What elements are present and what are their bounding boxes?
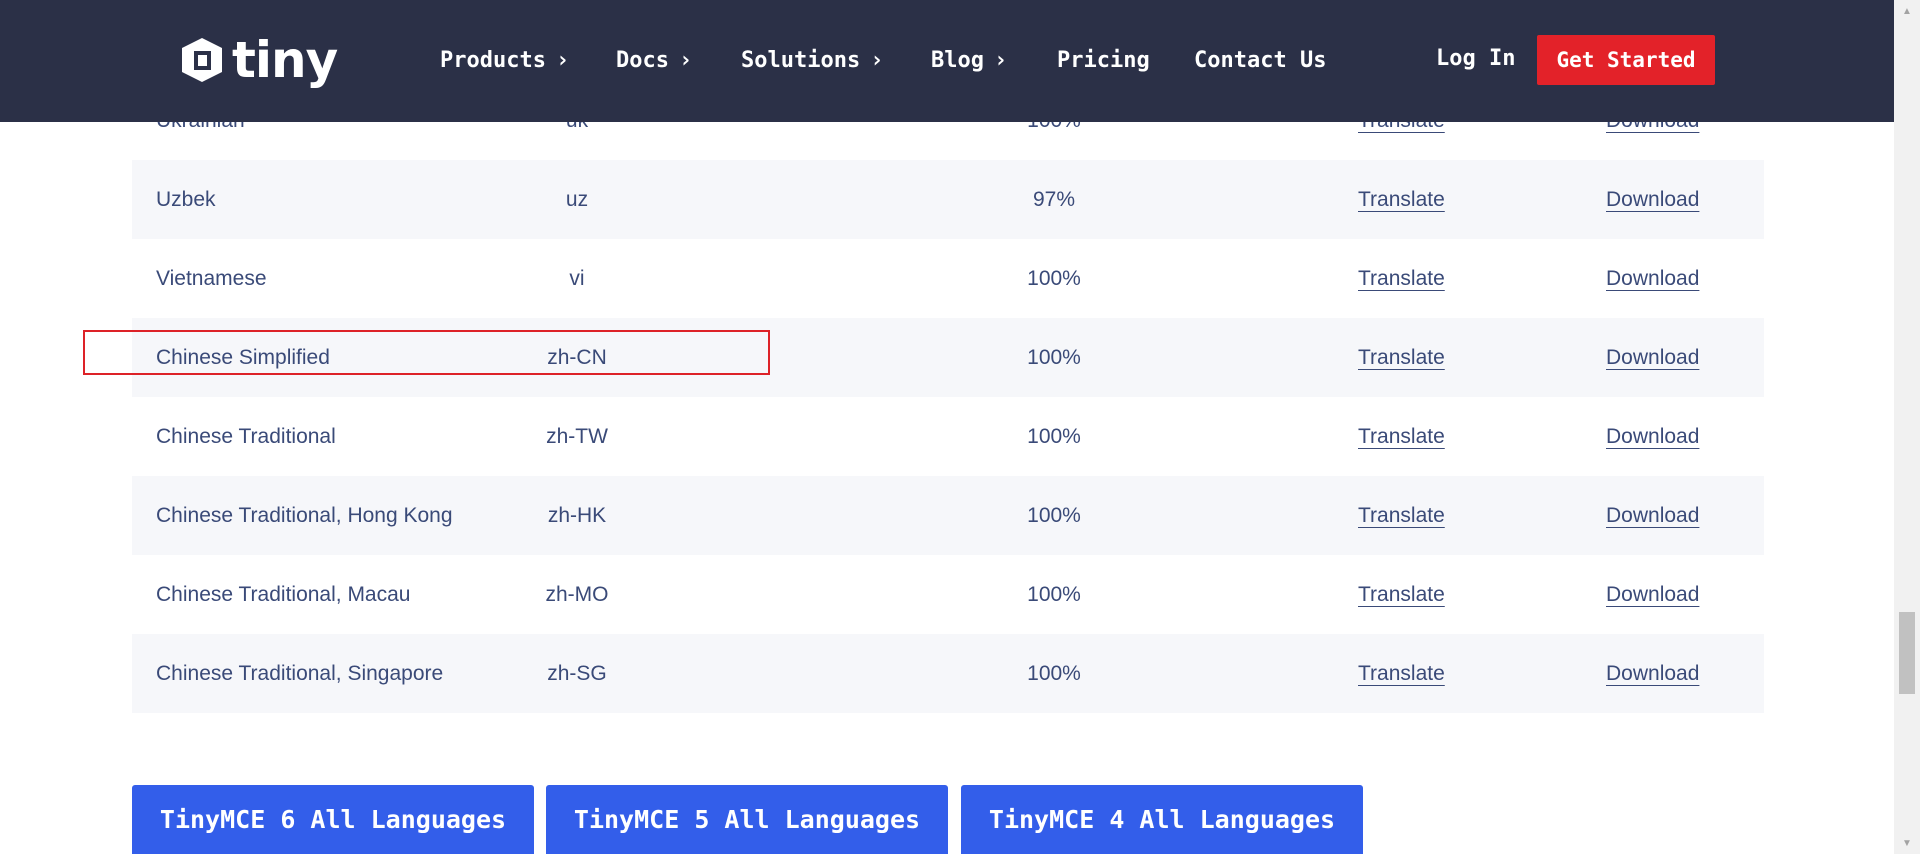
download-link[interactable]: Download [1606, 239, 1699, 318]
translate-link[interactable]: Translate [1358, 634, 1445, 713]
table-row: Chinese Simplified zh-CN 100% Translate … [132, 318, 1764, 397]
language-percent: 100% [1027, 267, 1081, 290]
translate-link[interactable]: Translate [1358, 397, 1445, 476]
login-link[interactable]: Log In [1436, 38, 1515, 78]
language-name: Vietnamese [156, 267, 267, 290]
language-percent: 100% [1027, 583, 1081, 606]
translate-link[interactable]: Translate [1358, 160, 1445, 239]
nav-pricing[interactable]: Pricing [1057, 40, 1150, 80]
language-percent: 100% [1027, 504, 1081, 527]
download-link[interactable]: Download [1606, 160, 1699, 239]
language-name: Chinese Traditional, Macau [156, 583, 411, 606]
nav-label: Solutions [741, 47, 861, 73]
table-row: Uzbek uz 97% Translate Download [132, 160, 1764, 239]
nav-label: Products [440, 47, 546, 73]
language-code: zh-CN [547, 346, 607, 369]
translate-link[interactable]: Translate [1358, 476, 1445, 555]
language-code: zh-TW [546, 425, 608, 448]
translate-link[interactable]: Translate [1358, 555, 1445, 634]
translate-link[interactable]: Translate [1358, 239, 1445, 318]
language-name: Chinese Traditional, Hong Kong [156, 504, 453, 527]
download-link[interactable]: Download [1606, 634, 1699, 713]
translate-link[interactable]: Translate [1358, 318, 1445, 397]
download-link[interactable]: Download [1606, 476, 1699, 555]
table-row: Chinese Traditional, Hong Kong zh-HK 100… [132, 476, 1764, 555]
language-percent: 100% [1027, 662, 1081, 685]
language-code: zh-HK [547, 504, 607, 527]
logo[interactable]: tiny [178, 31, 338, 89]
language-code: vi [569, 267, 585, 290]
languages-table: Ukrainian uk 100% Translate Download Uzb… [132, 81, 1764, 713]
chevron-right-icon: › [993, 47, 1008, 73]
chevron-right-icon: › [678, 47, 693, 73]
chevron-right-icon: › [870, 47, 884, 73]
table-row: Chinese Traditional, Macau zh-MO 100% Tr… [132, 555, 1764, 634]
nav-label: Contact Us [1194, 47, 1327, 73]
table-row: Vietnamese vi 100% Translate Download [132, 239, 1764, 318]
language-percent: 100% [1027, 346, 1081, 369]
language-code: zh-SG [547, 662, 607, 685]
nav-label: Pricing [1057, 47, 1150, 73]
nav-products[interactable]: Products › [440, 40, 569, 80]
language-name: Chinese Traditional, Singapore [156, 662, 444, 685]
scroll-up-arrow-icon[interactable]: ▲ [1894, 2, 1920, 20]
language-percent: 100% [1027, 425, 1081, 448]
vertical-scrollbar[interactable]: ▲ ▼ [1894, 0, 1920, 854]
scroll-down-arrow-icon[interactable]: ▼ [1894, 834, 1920, 852]
download-link[interactable]: Download [1606, 555, 1699, 634]
scrollbar-thumb[interactable] [1899, 612, 1915, 694]
language-code: zh-MO [545, 583, 609, 606]
tinymce4-all-languages-button[interactable]: TinyMCE 4 All Languages [961, 785, 1363, 854]
chevron-right-icon: › [555, 47, 570, 73]
logo-text: tiny [232, 31, 338, 89]
table-row: Chinese Traditional, Singapore zh-SG 100… [132, 634, 1764, 713]
download-link[interactable]: Download [1606, 318, 1699, 397]
language-name: Uzbek [156, 188, 216, 211]
tiny-logo-icon [182, 38, 222, 82]
nav-label: Docs [616, 47, 669, 73]
language-percent: 97% [1032, 188, 1076, 211]
nav-docs[interactable]: Docs › [616, 40, 692, 80]
nav-blog[interactable]: Blog › [931, 40, 1007, 80]
nav-label: Blog [931, 47, 984, 73]
nav-contact-us[interactable]: Contact Us [1194, 40, 1326, 80]
language-name: Chinese Traditional [156, 425, 336, 448]
nav-solutions[interactable]: Solutions › [741, 40, 883, 80]
get-started-button[interactable]: Get Started [1537, 35, 1715, 85]
language-name: Chinese Simplified [156, 346, 330, 369]
tinymce6-all-languages-button[interactable]: TinyMCE 6 All Languages [132, 785, 534, 854]
site-header: tiny Products › Docs › Solutions › Blog … [0, 0, 1894, 122]
language-code: uz [565, 188, 589, 211]
table-row: Chinese Traditional zh-TW 100% Translate… [132, 397, 1764, 476]
tinymce5-all-languages-button[interactable]: TinyMCE 5 All Languages [546, 785, 948, 854]
download-link[interactable]: Download [1606, 397, 1699, 476]
